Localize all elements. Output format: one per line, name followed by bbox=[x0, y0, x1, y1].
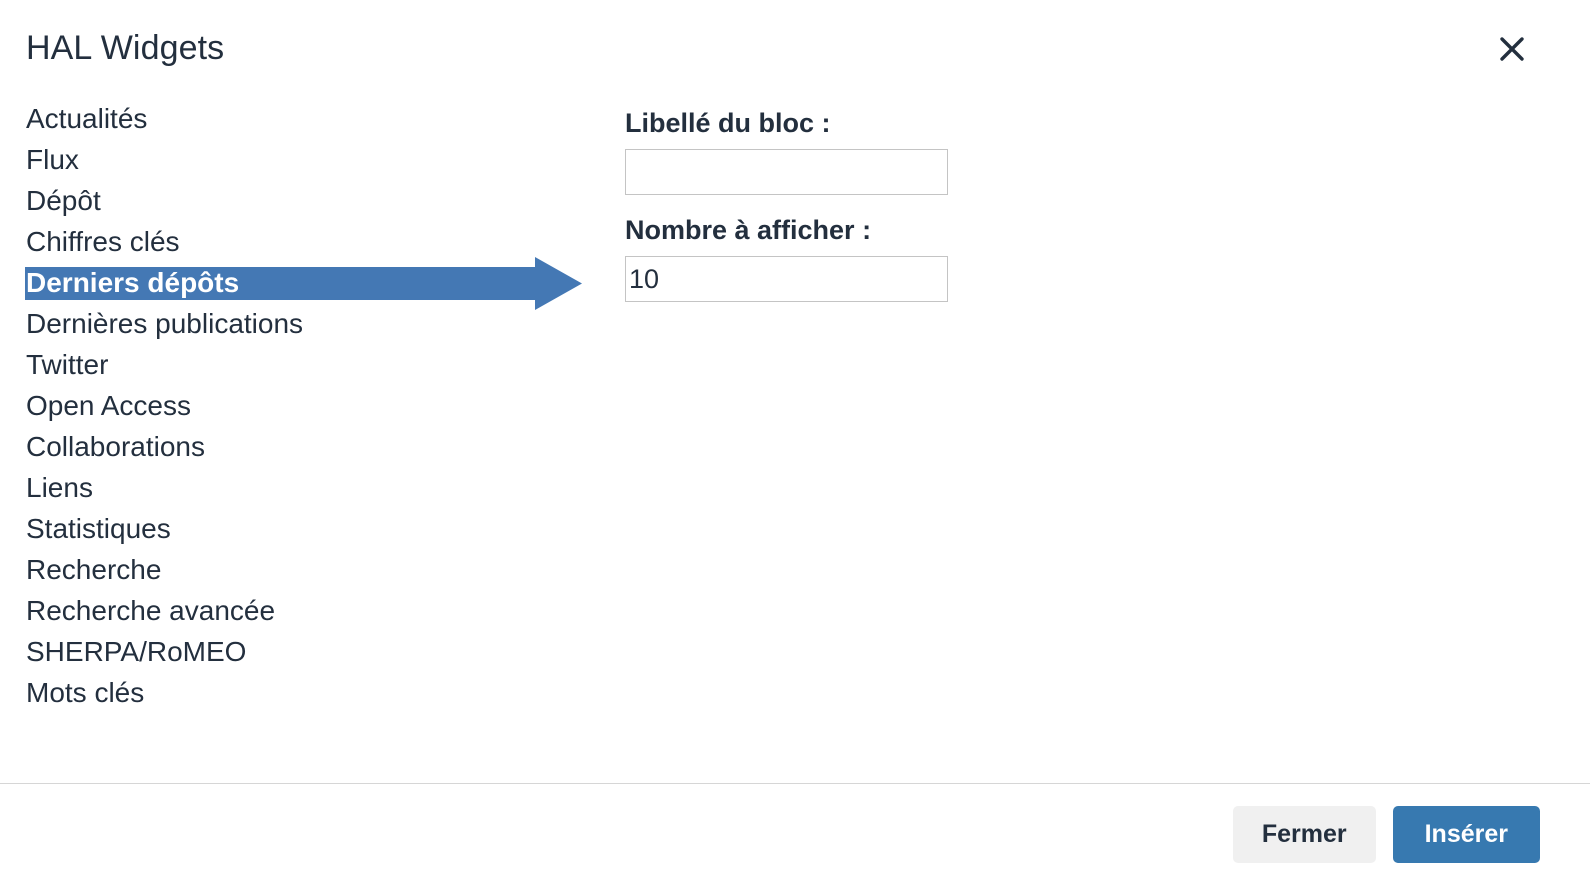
widget-list: Actualités Flux Dépôt Chiffres clés Derniers… bbox=[0, 98, 600, 713]
widget-list-item-label: Chiffres clés bbox=[26, 226, 180, 257]
insert-button[interactable]: Insérer bbox=[1392, 805, 1540, 863]
widget-list-item-label: Dernières publications bbox=[26, 308, 304, 339]
dialog-body: Actualités Flux Dépôt Chiffres clés Derniers… bbox=[0, 98, 1590, 783]
widget-list-item[interactable]: Flux bbox=[0, 139, 600, 180]
close-button[interactable] bbox=[1491, 28, 1533, 70]
widget-list-item[interactable]: Chiffres clés bbox=[0, 221, 600, 262]
dialog-header: HAL Widgets bbox=[0, 0, 1590, 98]
widget-settings-panel: Libellé du bloc : Nombre à afficher : bbox=[625, 98, 1045, 302]
widget-list-item[interactable]: Twitter bbox=[0, 344, 600, 385]
widget-list-item-label: Derniers dépôts bbox=[26, 267, 240, 298]
widget-list-item[interactable]: Recherche bbox=[0, 549, 600, 590]
widget-list-item-label: Recherche bbox=[26, 554, 162, 585]
widget-list-item-label: Dépôt bbox=[26, 185, 101, 216]
widget-list-item[interactable]: Derniers dépôts bbox=[0, 257, 600, 310]
widget-list-item[interactable]: Statistiques bbox=[0, 508, 600, 549]
widget-list-item[interactable]: Liens bbox=[0, 467, 600, 508]
display-count-label: Nombre à afficher : bbox=[625, 215, 872, 245]
widget-list-item-label: Recherche avancée bbox=[26, 595, 276, 626]
widget-list-item[interactable]: Open Access bbox=[0, 385, 600, 426]
widget-list-item-label: Collaborations bbox=[26, 431, 205, 462]
widget-list-item-label: Actualités bbox=[26, 103, 148, 134]
close-dialog-button[interactable]: Fermer bbox=[1232, 805, 1376, 863]
widget-list-item[interactable]: SHERPA/RoMEO bbox=[0, 631, 600, 672]
widget-list-item-label: SHERPA/RoMEO bbox=[26, 636, 247, 667]
widget-list-item-label: Flux bbox=[26, 144, 79, 175]
widget-list-item[interactable]: Dernières publications bbox=[0, 303, 600, 344]
widget-list-item-label: Open Access bbox=[26, 390, 191, 421]
block-label-label: Libellé du bloc : bbox=[625, 108, 831, 138]
widget-list-item[interactable]: Collaborations bbox=[0, 426, 600, 467]
widget-list-item-label: Twitter bbox=[26, 349, 109, 380]
widget-list-item-label: Liens bbox=[26, 472, 93, 503]
block-label-input[interactable] bbox=[625, 149, 948, 195]
widget-list-item-label: Mots clés bbox=[26, 677, 145, 708]
widget-list-item[interactable]: Dépôt bbox=[0, 180, 600, 221]
dialog-footer: Fermer Insérer bbox=[0, 783, 1590, 884]
dialog-title: HAL Widgets bbox=[26, 29, 225, 67]
widget-list-item[interactable]: Actualités bbox=[0, 98, 600, 139]
widget-list-item[interactable]: Mots clés bbox=[0, 672, 600, 713]
widget-list-item-label: Statistiques bbox=[26, 513, 171, 544]
display-count-input[interactable] bbox=[625, 256, 948, 302]
close-icon bbox=[1497, 34, 1527, 64]
hal-widgets-dialog: HAL Widgets Actualités Flux Dépôt Chiffres … bbox=[0, 0, 1590, 884]
widget-list-item[interactable]: Recherche avancée bbox=[0, 590, 600, 631]
